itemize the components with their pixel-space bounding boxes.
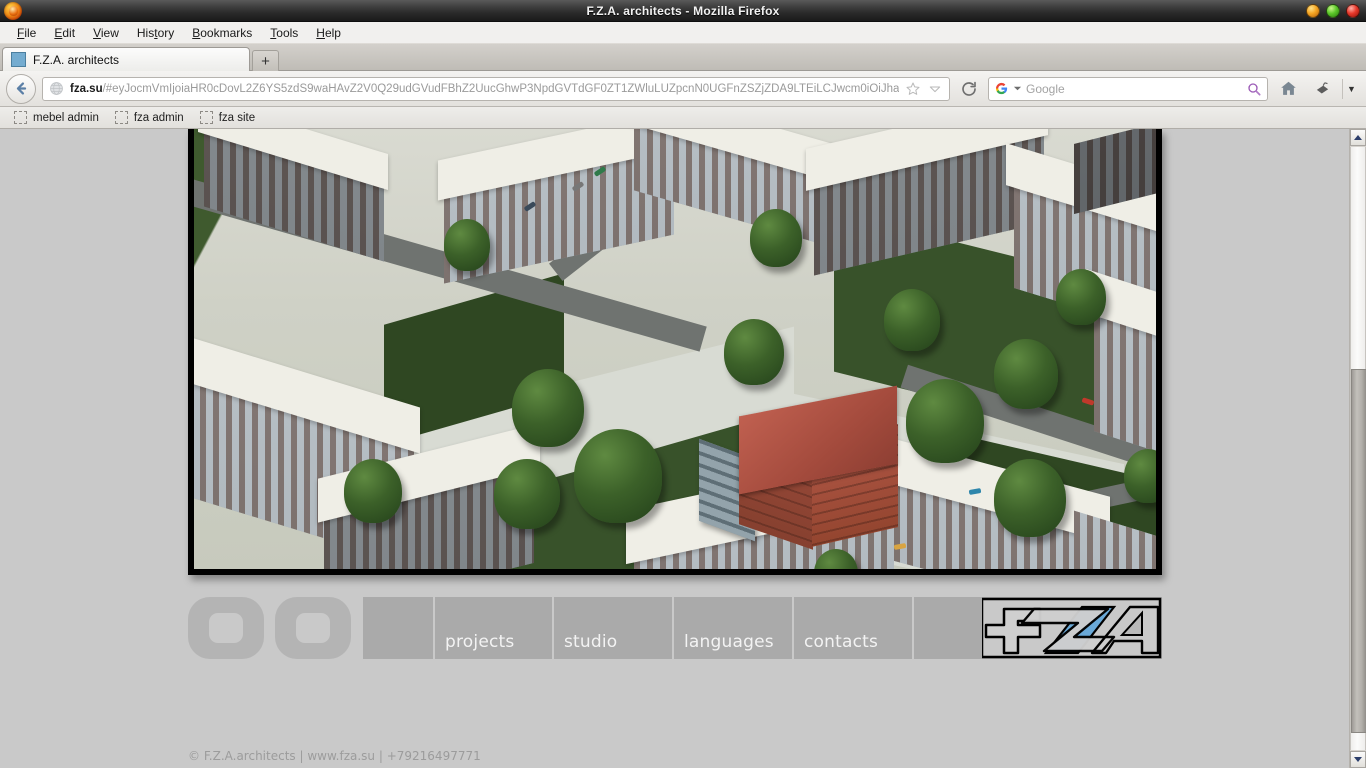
nav-item-languages[interactable]: languages [674, 597, 794, 659]
render-tree [994, 339, 1058, 409]
menu-bar: File Edit View History Bookmarks Tools H… [0, 22, 1366, 44]
fza-logo-icon [982, 597, 1162, 659]
menu-tools[interactable]: Tools [261, 24, 307, 42]
back-button[interactable] [6, 74, 36, 104]
nav-item-studio[interactable]: studio [554, 597, 674, 659]
menu-view[interactable]: View [84, 24, 128, 42]
site-footer: © F.Z.A.architects | www.fza.su | +79216… [188, 749, 1162, 768]
next-slide-button[interactable] [275, 597, 351, 659]
menu-file[interactable]: File [8, 24, 45, 42]
caret-up-icon [1354, 135, 1362, 140]
render-tree [724, 319, 784, 385]
home-icon [1279, 79, 1298, 98]
scrollbar-thumb[interactable] [1351, 369, 1366, 733]
google-icon [994, 81, 1009, 96]
next-arrow-icon [296, 613, 330, 643]
nav-item-projects[interactable]: projects [435, 597, 554, 659]
reload-icon [960, 80, 978, 98]
prev-slide-button[interactable] [188, 597, 264, 659]
render-tree [512, 369, 584, 447]
vertical-scrollbar[interactable] [1349, 129, 1366, 768]
tab-fza-architects[interactable]: F.Z.A. architects [2, 47, 250, 71]
home-button[interactable] [1274, 75, 1302, 103]
bookmark-fza-site[interactable]: fza site [194, 110, 261, 125]
nav-blank-cell[interactable] [363, 597, 435, 659]
nav-label: contacts [804, 634, 878, 651]
back-arrow-icon [13, 80, 30, 97]
bookmark-label: mebel admin [33, 112, 99, 124]
bookmark-label: fza site [219, 112, 255, 124]
bookmark-label: fza admin [134, 112, 184, 124]
placeholder-favicon-icon [14, 111, 27, 124]
minimize-button[interactable] [1306, 4, 1320, 18]
url-host: fza.su [70, 83, 103, 95]
new-tab-button[interactable]: + [252, 50, 279, 71]
menu-help[interactable]: Help [307, 24, 350, 42]
window-titlebar: F.Z.A. architects - Mozilla Firefox [0, 0, 1366, 22]
window-title: F.Z.A. architects - Mozilla Firefox [0, 4, 1366, 18]
chevron-down-icon[interactable] [1013, 84, 1022, 93]
scroll-down-button[interactable] [1350, 751, 1366, 768]
gallery-controls [188, 597, 363, 659]
bookmarks-bar: mebel admin fza admin fza site [0, 107, 1366, 129]
scroll-up-button[interactable] [1350, 129, 1366, 146]
tab-title: F.Z.A. architects [33, 53, 119, 67]
menu-bookmarks[interactable]: Bookmarks [183, 24, 261, 42]
url-text: fza.su/#eyJocmVmIjoiaHR0cDovL2Z6YS5zdS9w… [70, 83, 899, 95]
maximize-button[interactable] [1326, 4, 1340, 18]
bookmark-fza-admin[interactable]: fza admin [109, 110, 190, 125]
render-tree [344, 459, 402, 523]
architectural-render-image [194, 129, 1156, 569]
reload-button[interactable] [956, 76, 982, 102]
menu-history[interactable]: History [128, 24, 183, 42]
caret-down-icon [1354, 757, 1362, 762]
placeholder-favicon-icon [200, 111, 213, 124]
nav-label: studio [564, 634, 617, 651]
nav-label: projects [445, 634, 514, 651]
nav-item-contacts[interactable]: contacts [794, 597, 914, 659]
prev-arrow-icon [209, 613, 243, 643]
address-bar[interactable]: fza.su/#eyJocmVmIjoiaHR0cDovL2Z6YS5zdS9w… [42, 77, 950, 101]
globe-icon [49, 81, 64, 96]
site-logo-cell[interactable] [914, 597, 1162, 659]
menu-edit[interactable]: Edit [45, 24, 84, 42]
render-tree [750, 209, 802, 267]
tab-strip: F.Z.A. architects + [0, 44, 1366, 71]
plugin-button[interactable] [1308, 75, 1336, 103]
render-tree [994, 459, 1066, 537]
scrollbar-track[interactable] [1350, 147, 1366, 750]
browser-viewport: projects studio languages contacts [0, 129, 1366, 768]
site-navigation: projects studio languages contacts [188, 597, 1162, 659]
render-tree [1056, 269, 1106, 325]
render-tree [444, 219, 490, 271]
search-input[interactable]: Google [1026, 82, 1242, 96]
plugin-icon [1314, 80, 1331, 97]
render-tree [906, 379, 984, 463]
nav-label: languages [684, 634, 774, 651]
window-controls [1306, 4, 1360, 18]
url-path: /#eyJocmVmIjoiaHR0cDovL2Z6YS5zdS9waHAvZ2… [103, 83, 899, 95]
magnifier-icon[interactable] [1246, 81, 1262, 97]
web-page: projects studio languages contacts [0, 129, 1350, 768]
bookmark-mebel-admin[interactable]: mebel admin [8, 110, 105, 125]
navigation-toolbar: fza.su/#eyJocmVmIjoiaHR0cDovL2Z6YS5zdS9w… [0, 71, 1366, 107]
firefox-logo-icon [4, 2, 22, 20]
close-button[interactable] [1346, 4, 1360, 18]
star-icon[interactable] [905, 81, 921, 97]
render-tree [574, 429, 662, 523]
render-tree [494, 459, 560, 529]
toolbar-overflow-button[interactable]: ▼ [1342, 79, 1360, 99]
chevron-down-icon[interactable] [927, 81, 943, 97]
render-tree [884, 289, 940, 351]
tab-favicon-icon [11, 52, 26, 67]
search-bar[interactable]: Google [988, 77, 1268, 101]
hero-image-frame [188, 129, 1162, 575]
placeholder-favicon-icon [115, 111, 128, 124]
